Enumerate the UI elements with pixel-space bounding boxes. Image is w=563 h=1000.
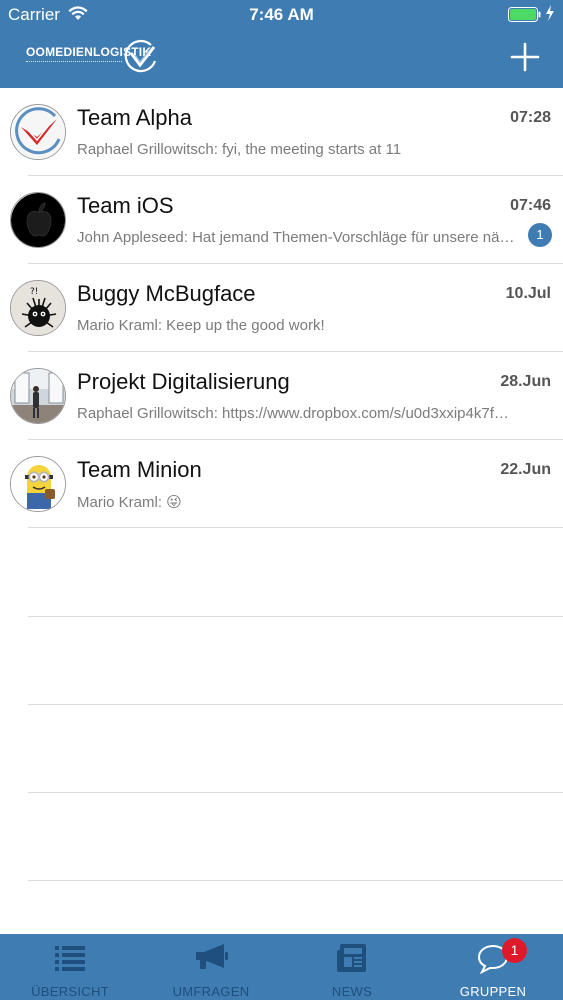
tab-uebersicht[interactable]: ÜBERSICHT: [0, 934, 140, 1000]
apple-logo-icon: [11, 193, 65, 247]
tab-news[interactable]: NEWS: [282, 934, 422, 1000]
plus-icon: [510, 42, 540, 72]
status-bar: Carrier 7:46 AM: [0, 0, 563, 30]
tab-gruppen[interactable]: GRUPPEN: [423, 934, 563, 1000]
newspaper-icon: [282, 942, 422, 976]
battery-icon: [508, 7, 542, 27]
svg-text:?!: ?!: [30, 287, 38, 297]
tab-label: GRUPPEN: [459, 984, 527, 999]
brand-logo: OOMEDIENLOGISTIK: [26, 39, 166, 77]
chat-preview: Raphael Grillowitsch: https://www.dropbo…: [77, 405, 515, 422]
list-item[interactable]: Team Alpha 07:28 Raphael Grillowitsch: f…: [0, 88, 563, 176]
tab-bar: ÜBERSICHT UMFRAGEN NEWS GRUPPEN: [0, 934, 563, 1000]
chat-preview: Mario Kraml: Keep up the good work!: [77, 317, 325, 334]
list-item[interactable]: ?! Buggy McBugface 10.Jul Mario Kraml: K…: [0, 264, 563, 352]
chat-preview: Mario Kraml: 😜: [77, 494, 182, 511]
avatar: [10, 368, 66, 424]
avatar: ?!: [10, 280, 66, 336]
charging-icon: [545, 5, 555, 25]
empty-row-divider: [28, 792, 563, 793]
list-item[interactable]: Team Minion 22.Jun Mario Kraml: 😜: [0, 440, 563, 528]
chat-preview: Raphael Grillowitsch: fyi, the meeting s…: [77, 141, 402, 158]
unread-badge: 1: [528, 223, 552, 247]
list-item[interactable]: Team iOS 07:46 John Appleseed: Hat jeman…: [0, 176, 563, 264]
tab-label: UMFRAGEN: [172, 984, 250, 999]
tab-badge: 1: [502, 938, 527, 963]
avatar: [10, 456, 66, 512]
chat-title: Buggy McBugface: [77, 281, 256, 306]
chat-time: 22.Jun: [500, 461, 551, 478]
navbar: OOMEDIENLOGISTIK: [0, 30, 563, 88]
chat-time: 10.Jul: [505, 285, 551, 302]
avatar: [10, 104, 66, 160]
chat-title: Projekt Digitalisierung: [77, 369, 290, 394]
tab-label: NEWS: [331, 984, 373, 999]
chat-time: 07:46: [510, 197, 551, 214]
megaphone-icon: [141, 942, 281, 976]
header: Carrier 7:46 AM OOMEDIENLOGISTIK: [0, 0, 563, 88]
tab-label: ÜBERSICHT: [31, 984, 109, 999]
office-photo-icon: [11, 369, 65, 423]
minion-icon: [11, 457, 65, 511]
chat-title: Team iOS: [77, 193, 174, 218]
chat-time: 28.Jun: [500, 373, 551, 390]
tab-umfragen[interactable]: UMFRAGEN: [141, 934, 281, 1000]
logo-tagline: [26, 61, 122, 63]
avatar: [10, 192, 66, 248]
empty-row-divider: [28, 616, 563, 617]
chat-bubble-icon: [423, 942, 563, 976]
row-divider: [28, 527, 563, 528]
list-item[interactable]: Projekt Digitalisierung 28.Jun Raphael G…: [0, 352, 563, 440]
empty-row-divider: [28, 704, 563, 705]
logo-checkmark-icon: [12, 106, 65, 159]
chat-title: Team Minion: [77, 457, 202, 482]
clock: 7:46 AM: [249, 5, 314, 24]
bug-creature-icon: ?!: [11, 281, 65, 335]
chat-title: Team Alpha: [77, 105, 192, 130]
add-group-button[interactable]: [506, 38, 544, 76]
logo-mark-icon: [123, 39, 159, 80]
group-list[interactable]: Team Alpha 07:28 Raphael Grillowitsch: f…: [0, 88, 563, 934]
list-icon: [0, 942, 140, 976]
empty-row-divider: [28, 880, 563, 881]
chat-preview: John Appleseed: Hat jemand Themen-Vorsch…: [77, 229, 515, 246]
chat-time: 07:28: [510, 109, 551, 126]
